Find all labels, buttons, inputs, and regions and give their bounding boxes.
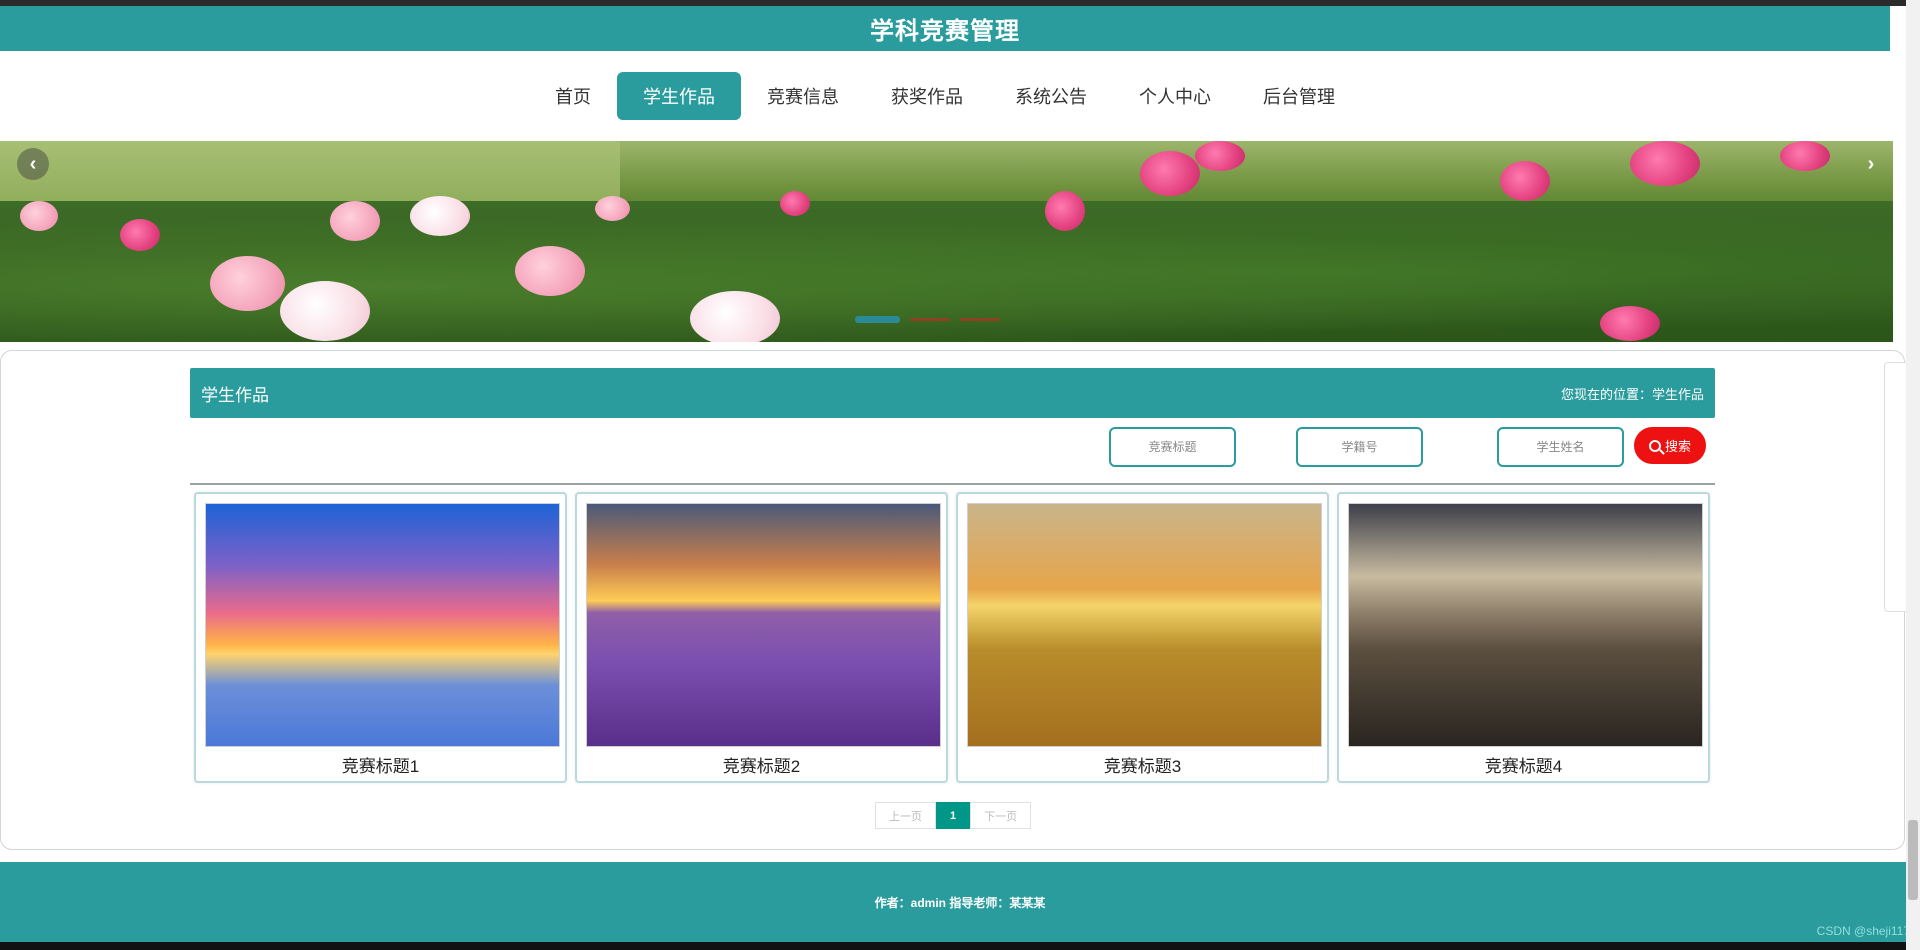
work-title[interactable]: 竞赛标题1 xyxy=(196,752,565,777)
carousel-dot[interactable] xyxy=(855,316,900,323)
footer: 作者：admin 指导老师：某某某 xyxy=(0,862,1920,942)
flower xyxy=(330,201,380,241)
flower xyxy=(1780,141,1830,171)
flower xyxy=(1045,191,1085,231)
flower xyxy=(1500,161,1550,201)
works-grid: 竞赛标题1 竞赛标题2 竞赛标题3 竞赛标题4 xyxy=(194,492,1714,783)
flower xyxy=(280,281,370,341)
banner-next-button[interactable]: › xyxy=(1855,148,1887,180)
student-name-input[interactable] xyxy=(1497,427,1624,467)
scrollbar[interactable] xyxy=(1906,0,1920,950)
flower xyxy=(515,246,585,296)
main-nav: 首页 学生作品 竞赛信息 获奖作品 系统公告 个人中心 后台管理 xyxy=(0,51,1890,141)
work-title[interactable]: 竞赛标题4 xyxy=(1339,752,1708,777)
competition-title-input[interactable] xyxy=(1109,427,1236,467)
flower xyxy=(780,191,810,216)
taskbar-strip xyxy=(0,942,1920,950)
search-button[interactable]: 搜索 xyxy=(1634,427,1706,464)
flower xyxy=(595,196,630,221)
carousel-indicators xyxy=(855,316,1000,323)
flower xyxy=(1600,306,1660,341)
work-image[interactable] xyxy=(586,503,941,747)
watermark: CSDN @sheji117 xyxy=(1816,924,1910,938)
nav-item-award-works[interactable]: 获奖作品 xyxy=(865,72,989,120)
nav-item-admin[interactable]: 后台管理 xyxy=(1237,72,1361,120)
section-title: 学生作品 xyxy=(201,385,269,405)
chevron-right-icon: › xyxy=(1867,152,1875,175)
flower xyxy=(1140,151,1200,196)
search-button-label: 搜索 xyxy=(1664,439,1691,454)
carousel-dot[interactable] xyxy=(960,318,1000,321)
flower xyxy=(120,219,160,251)
page-number-button[interactable]: 1 xyxy=(936,802,971,829)
flower xyxy=(690,291,780,342)
work-card[interactable]: 竞赛标题1 xyxy=(194,492,567,783)
nav-item-announcements[interactable]: 系统公告 xyxy=(989,72,1113,120)
nav-item-home[interactable]: 首页 xyxy=(529,72,617,120)
banner-prev-button[interactable]: ‹ xyxy=(17,148,49,180)
flower xyxy=(20,201,58,231)
work-image[interactable] xyxy=(205,503,560,747)
flower xyxy=(410,196,470,236)
breadcrumb: 您现在的位置：学生作品 xyxy=(1560,386,1704,402)
work-title[interactable]: 竞赛标题3 xyxy=(958,752,1327,777)
student-id-input[interactable] xyxy=(1296,427,1423,467)
work-image[interactable] xyxy=(1348,503,1703,747)
work-image[interactable] xyxy=(967,503,1322,747)
carousel-dot[interactable] xyxy=(910,318,950,321)
work-card[interactable]: 竞赛标题3 xyxy=(956,492,1329,783)
scrollbar-thumb[interactable] xyxy=(1908,820,1918,900)
page-root: 学科竞赛管理 首页 学生作品 竞赛信息 获奖作品 系统公告 个人中心 后台管理 … xyxy=(0,0,1920,950)
nav-item-competition-info[interactable]: 竞赛信息 xyxy=(741,72,865,120)
pagination: 上一页 1 下一页 xyxy=(875,802,1032,829)
chevron-left-icon: ‹ xyxy=(29,152,37,175)
prev-page-button[interactable]: 上一页 xyxy=(875,802,936,829)
nav-item-student-works[interactable]: 学生作品 xyxy=(617,72,741,120)
footer-text: 作者：admin 指导老师：某某某 xyxy=(874,895,1046,910)
nav-item-personal-center[interactable]: 个人中心 xyxy=(1113,72,1237,120)
work-card[interactable]: 竞赛标题2 xyxy=(575,492,948,783)
flower xyxy=(1630,141,1700,186)
divider xyxy=(190,483,1715,485)
next-page-button[interactable]: 下一页 xyxy=(970,802,1032,829)
search-icon xyxy=(1648,439,1661,452)
work-card[interactable]: 竞赛标题4 xyxy=(1337,492,1710,783)
flower xyxy=(210,256,285,311)
flower xyxy=(1195,141,1245,171)
search-bar: 搜索 xyxy=(0,427,1920,467)
banner-carousel[interactable] xyxy=(0,141,1893,342)
work-title[interactable]: 竞赛标题2 xyxy=(577,752,946,777)
section-header: 学生作品 您现在的位置：学生作品 xyxy=(190,368,1715,418)
site-title: 学科竞赛管理 xyxy=(0,6,1890,51)
